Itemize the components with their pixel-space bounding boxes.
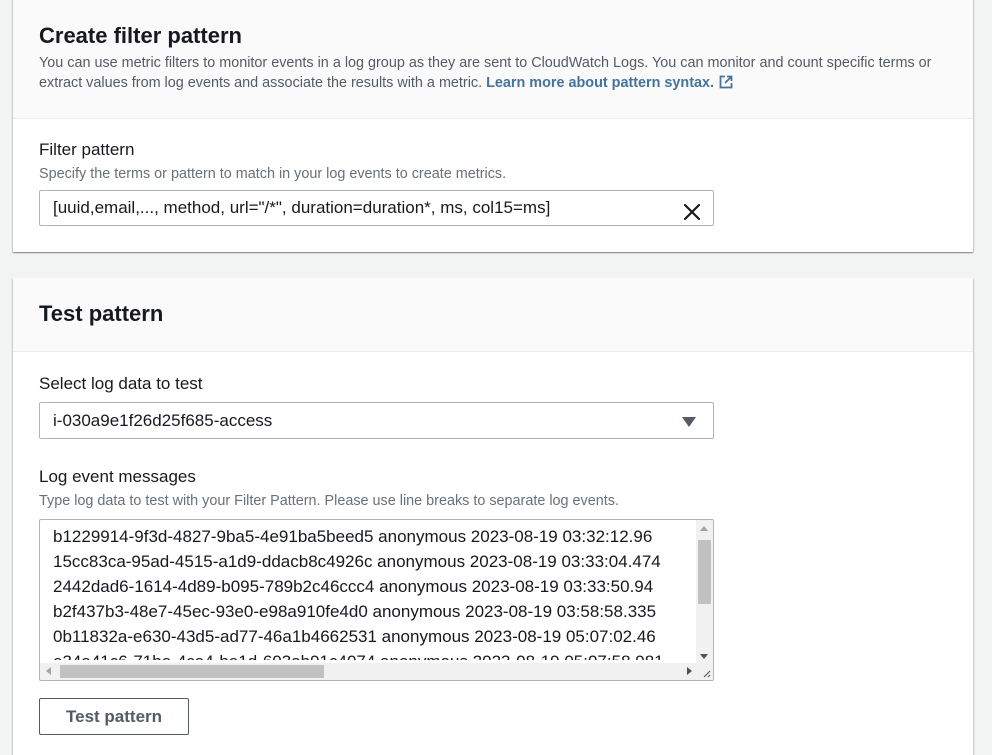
learn-more-link-text: Learn more about pattern syntax. [486,75,715,91]
filter-pattern-label: Filter pattern [39,140,135,159]
scroll-up-icon[interactable] [700,526,708,531]
horizontal-scrollbar[interactable] [40,663,698,680]
external-link-icon [719,75,733,95]
scroll-down-icon[interactable] [700,654,708,659]
log-data-select-label: Select log data to test [39,374,203,393]
close-icon[interactable] [683,199,701,221]
panel-title: Test pattern [39,301,164,326]
panel-header: Test pattern [13,278,973,352]
log-line: 0b11832a-e630-43d5-ad77-46a1b4662531 ano… [53,627,656,646]
panel-title: Create filter pattern [39,23,242,48]
log-line: 2442dad6-1614-4d89-b095-789b2c46ccc4 ano… [53,577,654,596]
log-messages-textarea[interactable]: b1229914-9f3d-4827-9ba5-4e91ba5beed5 ano… [39,519,714,681]
vertical-scroll-thumb[interactable] [698,540,711,604]
log-data-select[interactable]: i-030a9e1f26d25f685-access [39,402,714,439]
horizontal-scroll-thumb[interactable] [60,665,324,678]
log-line: b1229914-9f3d-4827-9ba5-4e91ba5beed5 ano… [53,527,653,546]
log-data-select-value: i-030a9e1f26d25f685-access [53,411,273,430]
panel-description: You can use metric filters to monitor ev… [39,53,939,95]
test-pattern-button[interactable]: Test pattern [39,698,190,735]
caret-down-icon [682,417,696,427]
scroll-right-icon[interactable] [687,667,692,675]
scroll-left-icon[interactable] [46,667,51,675]
panel-header: Create filter pattern You can use metric… [13,0,973,119]
learn-more-link[interactable]: Learn more about pattern syntax. [486,75,733,91]
button-row: Test pattern [39,698,947,735]
test-pattern-panel: Test pattern Select log data to test i-0… [13,278,973,755]
log-messages-description: Type log data to test with your Filter P… [39,493,619,509]
create-filter-pattern-panel: Create filter pattern You can use metric… [13,0,973,252]
log-line: e34a41c6-71be-4ca4-be1d-603ab91c4074 ano… [53,649,693,660]
filter-pattern-description: Specify the terms or pattern to match in… [39,166,507,182]
log-line: 15cc83ca-95ad-4515-a1d9-ddacb8c4926c ano… [53,552,661,571]
panel-body: Filter pattern Specify the terms or patt… [13,119,973,226]
resize-grip-icon[interactable] [696,663,713,680]
filter-pattern-value: [uuid,email,..., method, url="/*", durat… [53,198,551,217]
panel-body: Select log data to test i-030a9e1f26d25f… [13,352,973,735]
log-lines: b1229914-9f3d-4827-9ba5-4e91ba5beed5 ano… [53,524,693,660]
log-line: b2f437b3-48e7-45ec-93e0-e98a910fe4d0 ano… [53,602,657,621]
filter-pattern-input[interactable]: [uuid,email,..., method, url="/*", durat… [39,190,714,226]
vertical-scrollbar[interactable] [696,520,713,665]
log-messages-label: Log event messages [39,467,196,486]
